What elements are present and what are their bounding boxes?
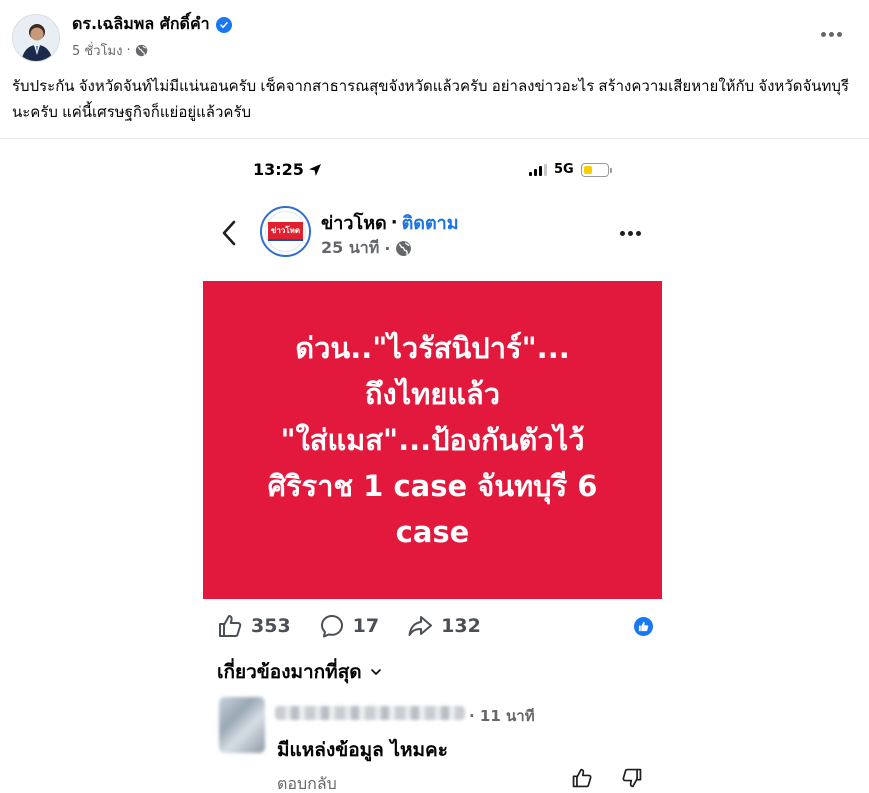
headline-line: ถึงไทยแล้ว <box>364 377 501 411</box>
follow-button[interactable]: ติดตาม <box>402 208 459 237</box>
comment-text: มีแหล่งข้อมูล ไหมคะ <box>277 739 448 761</box>
thumbs-down-icon[interactable] <box>621 767 643 789</box>
post-divider <box>0 138 869 139</box>
globe-icon <box>396 241 412 256</box>
page-name[interactable]: ข่าวโหด <box>321 208 387 237</box>
comment-time: · 11 นาที <box>469 707 535 725</box>
network-label: 5G <box>554 162 574 177</box>
verified-badge-icon <box>215 16 232 33</box>
post-header: ดร.เฉลิมพล ศักดิ์คำ 5 ชั่วโมง · <box>0 0 869 70</box>
embedded-screenshot: 13:25 5G ข่าวโหด ข่าวโหด · ติดตาม 25 นาท… <box>203 150 663 793</box>
like-reaction-badge-icon <box>634 617 653 636</box>
headline-line: "ใส่แมส"...ป้องกันตัวไว้ <box>280 423 585 457</box>
status-time-text: 13:25 <box>253 160 304 179</box>
post-caption: รับประกัน จังหวัดจันท์ไม่มีแน่นอนครับ เช… <box>12 78 849 121</box>
like-action[interactable]: 353 <box>217 613 291 639</box>
globe-icon <box>135 44 147 57</box>
page-post-meta: 25 นาที · <box>321 236 412 261</box>
share-count: 132 <box>441 615 481 637</box>
headline-line: ด่วน.."ไวรัสนิปาร์"... <box>295 331 570 365</box>
headline-card: ด่วน.."ไวรัสนิปาร์"... ถึงไทยแล้ว "ใส่แม… <box>203 281 662 599</box>
author-row: ดร.เฉลิมพล ศักดิ์คำ <box>72 12 232 37</box>
share-arrow-icon <box>408 616 433 636</box>
status-bar-right: 5G <box>529 162 612 177</box>
page-time-separator: · <box>384 239 391 258</box>
comment-sort-dropdown[interactable]: เกี่ยวข้องมากที่สุด <box>217 657 382 687</box>
reply-button[interactable]: ตอบกลับ <box>277 772 337 793</box>
page-more-options-icon[interactable] <box>617 228 643 238</box>
chevron-down-icon <box>370 669 381 675</box>
page-name-row: ข่าวโหด · ติดตาม <box>321 208 459 237</box>
post-meta: 5 ชั่วโมง · <box>72 40 148 61</box>
author-avatar[interactable] <box>12 14 60 62</box>
back-chevron-icon[interactable] <box>221 220 237 246</box>
comment-action[interactable]: 17 <box>319 613 379 639</box>
status-bar-time: 13:25 <box>253 160 322 179</box>
commenter-name-blurred[interactable] <box>275 706 465 720</box>
share-action[interactable]: 132 <box>407 613 481 639</box>
author-name[interactable]: ดร.เฉลิมพล ศักดิ์คำ <box>72 12 210 37</box>
like-count: 353 <box>251 615 291 637</box>
reactions-row: 353 17 132 <box>217 612 657 640</box>
headline-line: ศิริราช 1 case จันทบุรี 6 <box>267 469 598 503</box>
signal-icon <box>529 163 547 176</box>
battery-icon <box>580 162 612 177</box>
commenter-avatar-blurred[interactable] <box>219 697 265 753</box>
thumbs-up-icon <box>219 615 242 637</box>
post-more-options-icon[interactable] <box>817 24 845 44</box>
battery-fill <box>583 165 592 174</box>
post-time[interactable]: 5 ชั่วโมง <box>72 40 122 61</box>
comment-count: 17 <box>352 615 380 637</box>
thumbs-up-icon[interactable] <box>571 767 593 789</box>
headline-line: case <box>395 515 470 549</box>
comment-bubble-icon <box>320 615 343 638</box>
page-name-separator: · <box>390 212 398 233</box>
page-logo-inner: ข่าวโหด <box>265 211 306 252</box>
page-logo[interactable]: ข่าวโหด <box>260 206 311 257</box>
page-post-time: 25 นาที <box>321 238 380 257</box>
page-logo-text: ข่าวโหด <box>267 222 304 241</box>
location-arrow-icon <box>308 163 321 176</box>
meta-separator: · <box>126 43 131 58</box>
comment-sort-label: เกี่ยวข้องมากที่สุด <box>217 661 362 683</box>
